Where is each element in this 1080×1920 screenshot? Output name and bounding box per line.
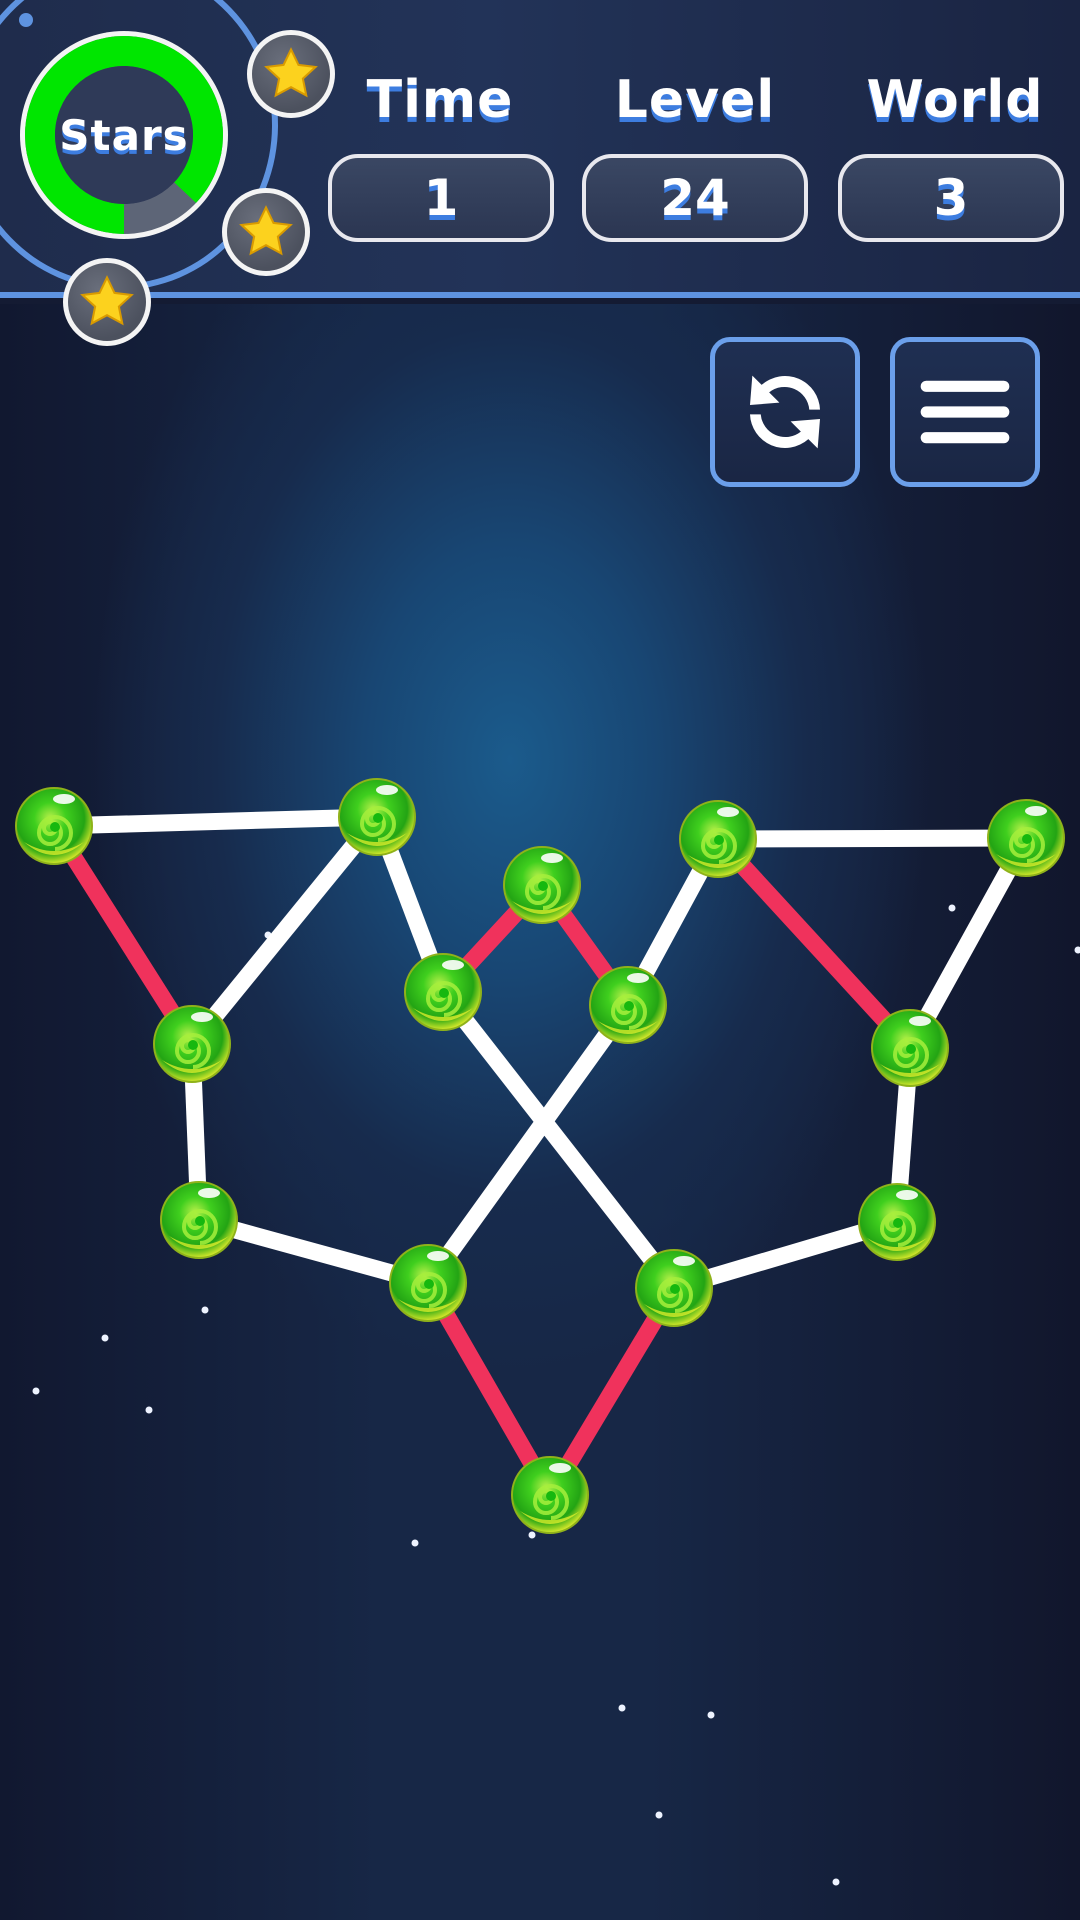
world-label: World [866, 70, 1044, 130]
background-star [101, 1334, 109, 1342]
node-C[interactable] [153, 1005, 231, 1083]
menu-button[interactable] [890, 337, 1040, 487]
node-G[interactable] [679, 800, 757, 878]
node-A[interactable] [15, 787, 93, 865]
node-I[interactable] [589, 966, 667, 1044]
refresh-icon [750, 375, 820, 449]
time-value: 1 [328, 154, 554, 242]
background-star [145, 1406, 153, 1414]
background-star [32, 1387, 40, 1395]
background-star [411, 1539, 419, 1547]
edge-G-J [711, 833, 917, 1054]
header-shadow [0, 298, 1080, 304]
level-value: 24 [582, 154, 808, 242]
node-H[interactable] [987, 799, 1065, 877]
stars-label: Stars [59, 110, 189, 160]
background-star [618, 1704, 626, 1712]
level-label: Level [614, 70, 776, 130]
star-badge-3 [63, 258, 151, 346]
star-icon [80, 275, 134, 326]
edge-G-H [717, 829, 1027, 848]
star-badge-2 [222, 188, 310, 276]
time-label: Time [366, 70, 514, 130]
star-badge-1 [247, 30, 335, 118]
background-star [201, 1306, 209, 1314]
node-L[interactable] [389, 1244, 467, 1322]
node-K[interactable] [858, 1183, 936, 1261]
node-F[interactable] [503, 846, 581, 924]
background-star [528, 1531, 536, 1539]
node-B[interactable] [338, 778, 416, 856]
world-value: 3 [838, 154, 1064, 242]
background-star [655, 1811, 663, 1819]
edge-A-B [53, 808, 378, 835]
node-E[interactable] [404, 953, 482, 1031]
edge-B-C [185, 811, 384, 1050]
restart-button[interactable] [710, 337, 860, 487]
background-star [1074, 946, 1080, 954]
node-M[interactable] [635, 1249, 713, 1327]
background-star [948, 904, 956, 912]
hamburger-menu-icon [920, 380, 1010, 444]
star-icon [264, 47, 318, 98]
node-N[interactable] [511, 1456, 589, 1534]
star-icon [239, 205, 293, 256]
orbit-dot [19, 13, 33, 27]
background-star [832, 1878, 840, 1886]
node-D[interactable] [160, 1181, 238, 1259]
edge-I-L [421, 1000, 635, 1288]
node-J[interactable] [871, 1009, 949, 1087]
background-star [707, 1711, 715, 1719]
